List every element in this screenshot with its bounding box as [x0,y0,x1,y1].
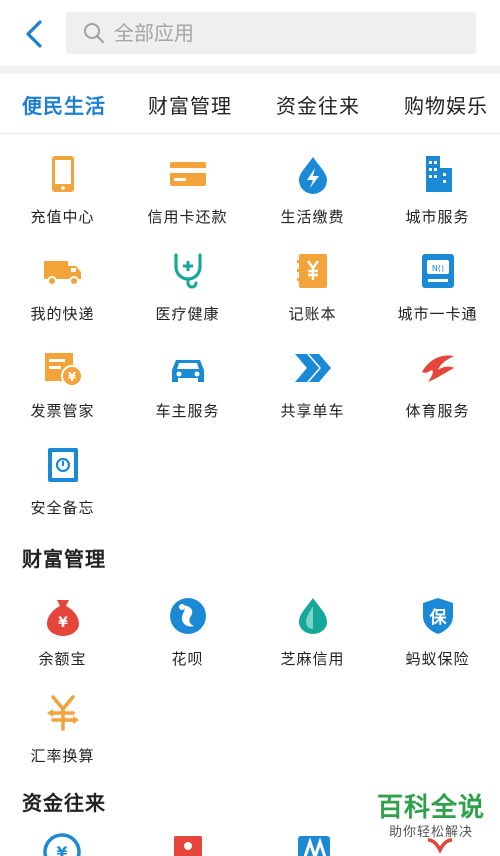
watermark-logo: 百科全说 助你轻松解决 [372,792,490,856]
app-exchange-rate[interactable]: 汇率换算 [0,675,125,772]
yuebao-icon: ¥ [46,600,79,636]
app-invoice-manager[interactable]: ¥ 发票管家 [0,330,125,427]
insurance-shield-icon: 保 [422,598,453,634]
invoice-icon: ¥ [44,353,83,387]
app-ant-insurance[interactable]: 保 蚂蚁保险 [375,578,500,675]
app-medical-health[interactable]: 医疗健康 [125,233,250,330]
ledger-icon [296,254,327,288]
search-input[interactable] [114,21,434,45]
app-label: 余额宝 [38,650,87,668]
watermark-subtitle: 助你轻松解决 [388,825,473,840]
app-label: 我的快递 [30,305,95,323]
app-red-packet-partial[interactable] [168,832,208,856]
bike-share-icon [294,354,331,382]
stethoscope-icon [173,253,202,289]
search-icon [84,23,105,44]
svg-text:保: 保 [428,607,447,628]
sports-icon [421,355,454,382]
tab-convenience[interactable]: 便民生活 [22,90,106,119]
aa-payment-icon [298,836,330,856]
water-drop-icon [298,157,327,194]
delivery-truck-icon [43,261,81,286]
app-label: 生活缴费 [280,208,345,226]
app-label: 充值中心 [30,208,95,226]
app-city-card[interactable]: N() 城市一卡通 [375,233,500,330]
app-yuebao[interactable]: ¥ 余额宝 [0,578,125,675]
app-label: 体育服务 [405,402,470,420]
credit-card-icon [169,162,206,186]
app-label: 车主服务 [155,402,220,420]
app-label: 信用卡还款 [147,208,228,226]
app-transfer-partial[interactable]: ¥ [42,832,82,856]
app-label: 共享单车 [280,402,345,420]
search-box[interactable] [66,12,476,54]
svg-text:¥: ¥ [67,370,76,384]
app-huabei[interactable]: 花呗 [125,578,250,675]
safe-memo-icon [47,448,78,482]
section-title-wealth: 财富管理 [22,547,106,571]
app-label: 记账本 [288,305,337,323]
section-title-transfers: 资金往来 [22,791,106,815]
svg-text:¥: ¥ [56,843,67,856]
header [0,0,500,66]
transit-card-icon: N() [421,254,454,288]
city-buildings-icon [425,156,452,192]
app-bike-share[interactable]: 共享单车 [250,330,375,427]
app-ledger[interactable]: 记账本 [250,233,375,330]
tab-transfers[interactable]: 资金往来 [276,90,360,119]
tab-wealth[interactable]: 财富管理 [148,90,232,119]
app-city-services[interactable]: 城市服务 [375,136,500,233]
tab-shopping[interactable]: 购物娱乐 [404,90,488,119]
app-sesame-credit[interactable]: 芝麻信用 [250,578,375,675]
app-sports-services[interactable]: 体育服务 [375,330,500,427]
app-label: 蚂蚁保险 [405,650,470,668]
red-packet-icon [174,836,202,856]
header-divider [0,66,500,74]
app-car-owner-services[interactable]: 车主服务 [125,330,250,427]
app-label: 医疗健康 [155,305,220,323]
back-button[interactable] [18,14,50,54]
car-icon [171,360,204,382]
app-label: 发票管家 [30,402,95,420]
app-living-payment[interactable]: 生活缴费 [250,136,375,233]
sesame-credit-icon [298,598,327,634]
huabei-icon [169,598,206,634]
app-security-memo[interactable]: 安全备忘 [0,427,125,524]
app-label: 花呗 [171,650,204,668]
app-label: 芝麻信用 [280,650,345,668]
app-label: 安全备忘 [30,499,95,517]
watermark-title: 百科全说 [376,793,485,823]
app-recharge-center[interactable]: 充值中心 [0,136,125,233]
phone-icon [51,156,74,192]
svg-text:N(): N() [431,264,443,273]
app-aa-partial[interactable] [294,832,334,856]
app-my-express[interactable]: 我的快递 [0,233,125,330]
category-tabs: 便民生活 财富管理 资金往来 购物娱乐 [0,74,500,134]
exchange-rate-icon [46,695,79,731]
app-label: 城市一卡通 [397,305,478,323]
app-credit-card-repay[interactable]: 信用卡还款 [125,136,250,233]
transfer-icon: ¥ [43,833,81,856]
app-label: 城市服务 [405,208,470,226]
app-label: 汇率换算 [30,747,95,765]
svg-text:¥: ¥ [58,615,68,631]
back-chevron-icon [26,20,42,48]
